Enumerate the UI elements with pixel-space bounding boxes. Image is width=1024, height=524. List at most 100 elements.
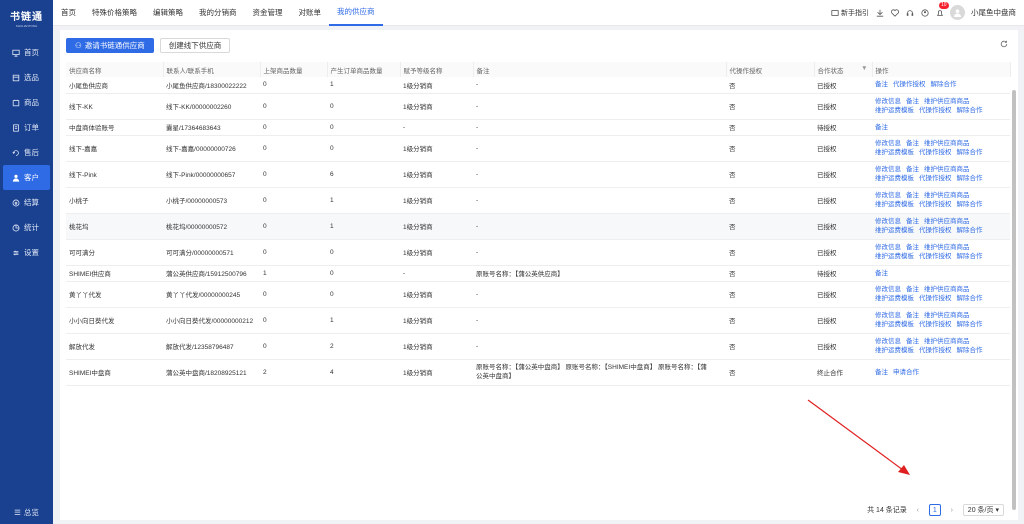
tab-6[interactable]: 对账单 <box>291 0 330 26</box>
action-link[interactable]: 维护供应商商品 <box>924 218 970 225</box>
action-link[interactable]: 解除合作 <box>957 227 983 234</box>
logo[interactable]: 书链通 SHULIANTONG <box>0 0 53 36</box>
action-link[interactable]: 代操作授权 <box>893 81 926 88</box>
page-size-select[interactable]: 20 条/页 ▾ <box>962 504 1004 516</box>
sidebar-item-5[interactable]: 售后 <box>0 140 53 165</box>
action-link[interactable]: 维护供应商商品 <box>924 140 970 147</box>
action-link[interactable]: 维护供应商商品 <box>924 286 970 293</box>
action-link[interactable]: 解除合作 <box>957 149 983 156</box>
action-link[interactable]: 修改信息 <box>875 140 901 147</box>
tab-5[interactable]: 资金管理 <box>245 0 291 26</box>
prev-page-icon[interactable]: ‹ <box>912 504 924 516</box>
table-row[interactable]: 线下-Pink 线下-Pink/00000000657 0 6 1级分销商 - 否已授权 修改… <box>66 161 1010 188</box>
action-link[interactable]: 代操作授权 <box>919 347 952 354</box>
action-link[interactable]: 解除合作 <box>957 295 983 302</box>
action-link[interactable]: 代操作授权 <box>919 295 952 302</box>
sidebar-item-6[interactable]: 客户 <box>3 165 50 190</box>
tab-7[interactable]: 我的供应商 <box>329 0 383 26</box>
action-link[interactable]: 备注 <box>906 218 919 225</box>
action-link[interactable]: 代操作授权 <box>919 107 952 114</box>
action-link[interactable]: 维护供应商商品 <box>924 192 970 199</box>
action-link[interactable]: 维护运费模板 <box>875 227 914 234</box>
action-link[interactable]: 维护运费模板 <box>875 295 914 302</box>
download-icon[interactable] <box>875 8 884 17</box>
action-link[interactable]: 代操作授权 <box>919 227 952 234</box>
action-link[interactable]: 备注 <box>906 338 919 345</box>
tab-2[interactable]: 特殊价格策略 <box>84 0 145 26</box>
sidebar-item-8[interactable]: 统计 <box>0 215 53 240</box>
action-link[interactable]: 维护供应商商品 <box>924 338 970 345</box>
action-link[interactable]: 备注 <box>875 124 888 131</box>
action-link[interactable]: 维护供应商商品 <box>924 312 970 319</box>
action-link[interactable]: 维护运费模板 <box>875 107 914 114</box>
action-link[interactable]: 修改信息 <box>875 244 901 251</box>
create-offline-supplier-button[interactable]: 创建线下供应商 <box>159 38 231 53</box>
user-name[interactable]: 小尾鱼中盘商 <box>971 7 1016 18</box>
collapse-button[interactable]: ☰ 总览 <box>0 507 53 518</box>
action-link[interactable]: 备注 <box>906 192 919 199</box>
table-row[interactable]: SHIMEI供应商 蒲公英供应商/15912500796 1 0- 原账号名称：【蒲公英… <box>66 265 1010 282</box>
action-link[interactable]: 解除合作 <box>957 321 983 328</box>
action-link[interactable]: 代操作授权 <box>919 149 952 156</box>
table-row[interactable]: 桃花坞 桃花坞/00000000572 0 1 1级分销商 - 否已授权 修改信息 备注 维护供应… <box>66 213 1010 240</box>
guide-link[interactable]: 新手指引 <box>830 8 869 18</box>
table-row[interactable]: 中盘商体验账号 囊星/17364683643 0 0- - 否待授权 备注 <box>66 119 1010 136</box>
action-link[interactable]: 维护运费模板 <box>875 347 914 354</box>
favorite-icon[interactable] <box>890 8 899 17</box>
action-link[interactable]: 维护运费模板 <box>875 149 914 156</box>
refresh-icon[interactable] <box>1000 40 1008 48</box>
sidebar-item-1[interactable]: 首页 <box>0 40 53 65</box>
vertical-scrollbar[interactable] <box>1012 90 1016 510</box>
action-link[interactable]: 修改信息 <box>875 338 901 345</box>
filter-icon[interactable]: ▼ <box>861 65 867 72</box>
table-row[interactable]: 线下-KK 线下-KK/00000002260 0 0 1级分销商 - 否已授权 修改信息 备注… <box>66 93 1010 120</box>
headset-icon[interactable] <box>905 8 914 17</box>
action-link[interactable]: 维护供应商商品 <box>924 98 970 105</box>
table-row[interactable]: 可可满分 可可满分/00000000571 0 0 1级分销商 - 否已授权 修改信息 备注 维护… <box>66 239 1010 266</box>
sidebar-item-2[interactable]: 选品 <box>0 65 53 90</box>
action-link[interactable]: 修改信息 <box>875 286 901 293</box>
action-link[interactable]: 备注 <box>906 166 919 173</box>
tab-3[interactable]: 编辑策略 <box>145 0 191 26</box>
action-link[interactable]: 维护运费模板 <box>875 321 914 328</box>
page-number[interactable]: 1 <box>928 504 941 516</box>
table-row[interactable]: 线下-嘉嘉 线下-嘉嘉/00000000726 0 0 1级分销商 - 否已授权 修改信息 备注… <box>66 135 1010 162</box>
action-link[interactable]: 修改信息 <box>875 98 901 105</box>
action-link[interactable]: 维护供应商商品 <box>924 166 970 173</box>
action-link[interactable]: 维护运费模板 <box>875 201 914 208</box>
table-row[interactable]: 小小向日葵代发 小小向日葵代发/00000000212 0 1 1级分销商 - 否已授权 修改… <box>66 307 1010 334</box>
action-link[interactable]: 修改信息 <box>875 166 901 173</box>
sidebar-item-3[interactable]: 商品 <box>0 90 53 115</box>
action-link[interactable]: 修改信息 <box>875 312 901 319</box>
action-link[interactable]: 备注 <box>875 270 888 277</box>
table-row[interactable]: 小桃子 小桃子/00000000573 0 1 1级分销商 - 否已授权 修改信息 备注 维护供应… <box>66 187 1010 214</box>
action-link[interactable]: 代操作授权 <box>919 321 952 328</box>
sidebar-item-7[interactable]: 结算 <box>0 190 53 215</box>
sidebar-item-9[interactable]: 设置 <box>0 240 53 265</box>
action-link[interactable]: 解除合作 <box>931 81 957 88</box>
action-link[interactable]: 解除合作 <box>957 253 983 260</box>
action-link[interactable]: 备注 <box>906 244 919 251</box>
action-link[interactable]: 备注 <box>906 286 919 293</box>
action-link[interactable]: 解除合作 <box>957 347 983 354</box>
table-row[interactable]: SHIMEI中盘商 蒲公英中盘商/18208925121 2 4 1级分销商 原账号名称：… <box>66 359 1010 386</box>
action-link[interactable]: 维护运费模板 <box>875 253 914 260</box>
table-row[interactable]: 黄丫丫代发 黄丫丫代发/00000000245 0 0 1级分销商 - 否已授权 修改信息 备注… <box>66 281 1010 308</box>
table-row[interactable]: 解放代发 解放代发/12358796487 0 2 1级分销商 - 否已授权 修改信息 备注 维护… <box>66 333 1010 360</box>
action-link[interactable]: 解除合作 <box>957 201 983 208</box>
next-page-icon[interactable]: › <box>946 504 958 516</box>
action-link[interactable]: 修改信息 <box>875 192 901 199</box>
action-link[interactable]: 代操作授权 <box>919 201 952 208</box>
action-link[interactable]: 解除合作 <box>957 107 983 114</box>
action-link[interactable]: 代操作授权 <box>919 253 952 260</box>
tab-1[interactable]: 首页 <box>53 0 84 26</box>
action-link[interactable]: 申请合作 <box>893 369 919 376</box>
action-link[interactable]: 备注 <box>906 140 919 147</box>
avatar[interactable] <box>950 5 965 20</box>
action-link[interactable]: 修改信息 <box>875 218 901 225</box>
action-link[interactable]: 维护供应商商品 <box>924 244 970 251</box>
action-link[interactable]: 备注 <box>875 369 888 376</box>
table-row[interactable]: 小尾鱼供应商 小尾鱼供应商/18300022222 0 1 1级分销商 - 否已授权 备注 代操… <box>66 77 1010 94</box>
action-link[interactable]: 备注 <box>906 98 919 105</box>
tab-4[interactable]: 我的分销商 <box>191 0 245 26</box>
